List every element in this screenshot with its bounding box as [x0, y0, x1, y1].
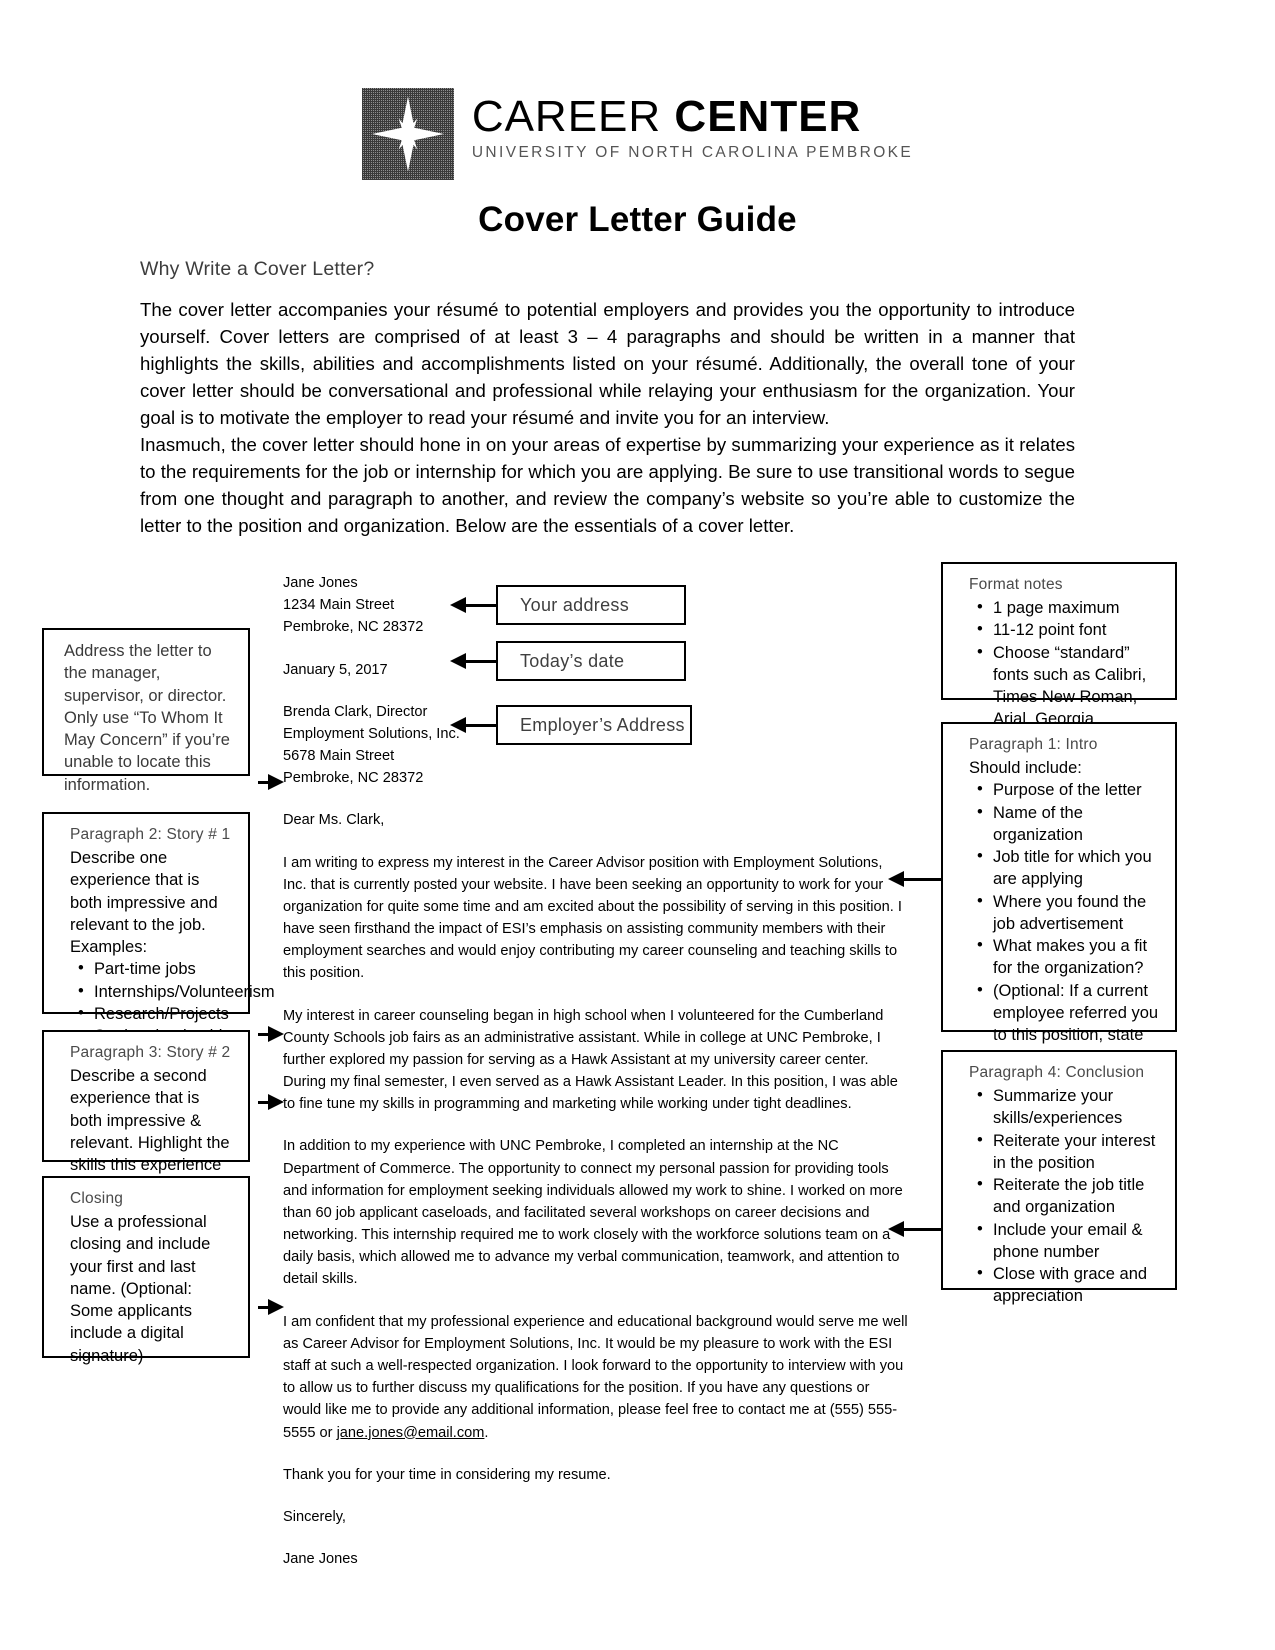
logo-subtitle: UNIVERSITY OF NORTH CAROLINA PEMBROKE	[471, 144, 914, 162]
compass-star-icon	[361, 88, 454, 180]
cover-letter-guide-page: CAREER CENTER UNIVERSITY OF NORTH CAROLI…	[0, 0, 1275, 1650]
career-center-logo: CAREER CENTER UNIVERSITY OF NORTH CAROLI…	[361, 88, 913, 180]
callout-paragraph-4-bullets: Summarize your skills/experiences Reiter…	[955, 1084, 1163, 1308]
sender-line-3: Pembroke, NC 28372	[283, 619, 424, 636]
intro-paragraph-2: Inasmuch, the cover letter should hone i…	[140, 433, 1075, 536]
letter-body-paragraph-4-text: I am confident that my professional expe…	[283, 1313, 908, 1441]
letter-salutation: Dear Ms. Clark,	[283, 812, 385, 829]
callout-paragraph-3: Paragraph 3: Story # 2 Describe a second…	[42, 1030, 250, 1196]
callout-closing: Closing Use a professional closing and i…	[42, 1176, 250, 1365]
callout-paragraph-1-bullets: Purpose of the letter Name of the organi…	[955, 778, 1163, 1091]
logo-title-center: CENTER	[674, 92, 862, 141]
list-item: What makes you a fit for the organizatio…	[977, 934, 1163, 980]
callout-address-letter: Address the letter to the manager, super…	[42, 628, 250, 794]
letter-email-link[interactable]: jane.jones@email.com	[337, 1425, 485, 1441]
letter-date: January 5, 2017	[283, 661, 388, 678]
letter-closing: Sincerely,	[283, 1508, 346, 1525]
sender-line-2: 1234 Main Street	[283, 597, 395, 614]
callout-paragraph-1-subtitle: Should include:	[969, 759, 1082, 777]
intro-section: Why Write a Cover Letter? The cover lett…	[140, 258, 1075, 540]
list-item: Summarize your skills/experiences	[977, 1084, 1163, 1130]
callout-address-letter-text: Address the letter to the manager, super…	[64, 642, 230, 794]
recipient-line-3: 5678 Main Street	[283, 748, 395, 765]
callout-paragraph-3-title: Paragraph 3: Story # 2	[70, 1044, 231, 1061]
letter-sender-block: Jane Jones 1234 Main Street Pembroke, NC…	[283, 572, 908, 639]
recipient-line-2: Employment Solutions, Inc.	[283, 725, 460, 742]
list-item: Research/Projects	[78, 1002, 236, 1025]
page-header: CAREER CENTER UNIVERSITY OF NORTH CAROLI…	[0, 88, 1275, 185]
recipient-line-4: Pembroke, NC 28372	[283, 770, 424, 787]
arrow-to-salutation	[258, 774, 284, 790]
callout-format-notes: Format notes 1 page maximum 11-12 point …	[941, 562, 1177, 751]
intro-paragraph-1: The cover letter accompanies your résumé…	[140, 299, 1075, 428]
sender-line-1: Jane Jones	[283, 575, 358, 591]
list-item: Reiterate the job title and organization	[977, 1173, 1163, 1219]
arrow-to-closing	[258, 1299, 284, 1315]
page-title: Cover Letter Guide	[478, 200, 797, 239]
callout-closing-body: Use a professional closing and include y…	[70, 1213, 211, 1365]
letter-thanks: Thank you for your time in considering m…	[283, 1466, 611, 1483]
arrow-to-body-paragraph-2	[258, 1026, 284, 1042]
sample-letter: Jane Jones 1234 Main Street Pembroke, NC…	[283, 572, 908, 1570]
letter-body-paragraph-2: My interest in career counseling began i…	[283, 1007, 898, 1113]
list-item: Part-time jobs	[78, 957, 236, 980]
list-item: 1 page maximum	[977, 596, 1163, 619]
logo-title-career: CAREER	[471, 92, 662, 141]
letter-body-paragraph-4: I am confident that my professional expe…	[283, 1311, 908, 1444]
letter-recipient-block: Brenda Clark, Director Employment Soluti…	[283, 701, 908, 790]
list-item: Job title for which you are applying	[977, 845, 1163, 891]
callout-format-notes-title: Format notes	[969, 576, 1063, 593]
logo-wordmark: CAREER CENTER UNIVERSITY OF NORTH CAROLI…	[472, 88, 913, 162]
letter-signature: Jane Jones	[283, 1551, 358, 1568]
callout-paragraph-2-body: Describe one experience that is both imp…	[70, 849, 218, 957]
letter-body-paragraph-4-period: .	[484, 1424, 489, 1441]
callout-paragraph-1: Paragraph 1: Intro Should include: Purpo…	[941, 722, 1177, 1089]
letter-body-paragraph-1: I am writing to express my interest in t…	[283, 854, 902, 982]
list-item: Where you found the job advertisement	[977, 890, 1163, 936]
letter-body-paragraph-3: In addition to my experience with UNC Pe…	[283, 1138, 903, 1288]
callout-paragraph-4-title: Paragraph 4: Conclusion	[969, 1064, 1145, 1081]
list-item: 11-12 point font	[977, 618, 1163, 641]
list-item: Include your email & phone number	[977, 1218, 1163, 1264]
callout-paragraph-2-title: Paragraph 2: Story # 1	[70, 826, 231, 843]
callout-paragraph-1-title: Paragraph 1: Intro	[969, 736, 1098, 753]
intro-heading: Why Write a Cover Letter?	[140, 258, 375, 280]
list-item: Internships/Volunteerism	[78, 980, 275, 1003]
list-item: Reiterate your interest in the position	[977, 1129, 1163, 1175]
list-item: Name of the organization	[977, 801, 1163, 847]
callout-closing-title: Closing	[70, 1190, 124, 1207]
callout-paragraph-4: Paragraph 4: Conclusion Summarize your s…	[941, 1050, 1177, 1305]
logo-title: CAREER CENTER	[471, 92, 913, 141]
recipient-line-1: Brenda Clark, Director	[283, 703, 428, 720]
list-item: Close with grace and appreciation	[977, 1262, 1163, 1308]
arrow-to-body-paragraph-3	[258, 1094, 284, 1110]
callout-paragraph-2: Paragraph 2: Story # 1 Describe one expe…	[42, 812, 275, 1047]
list-item: Purpose of the letter	[977, 778, 1163, 801]
